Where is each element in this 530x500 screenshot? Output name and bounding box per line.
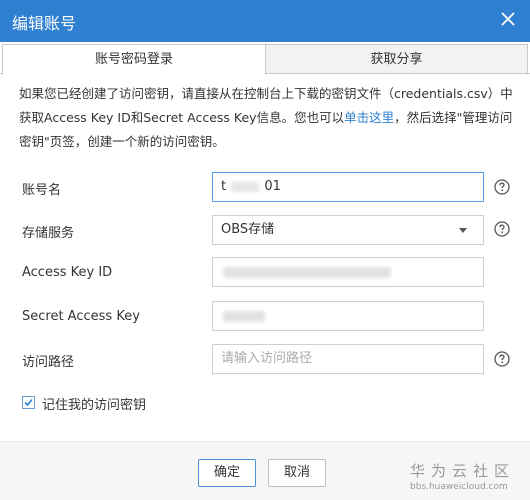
account-name-value-end: 01 (264, 179, 281, 194)
access-path-help-icon[interactable] (494, 351, 510, 367)
access-path-placeholder: 请输入访问路径 (221, 351, 313, 366)
access-key-id-label: Access Key ID (22, 265, 113, 280)
close-icon[interactable] (497, 8, 519, 30)
account-name-label: 账号名 (22, 183, 62, 198)
click-here-link[interactable]: 单击这里 (344, 110, 394, 125)
watermark-text: 华为云社区 (410, 462, 516, 480)
access-path-input[interactable]: 请输入访问路径 (212, 344, 484, 374)
account-name-input[interactable]: t 01 (212, 172, 484, 202)
storage-service-help-icon[interactable] (494, 221, 510, 237)
ok-button[interactable]: 确定 (198, 459, 256, 487)
storage-service-value: OBS存储 (221, 222, 275, 237)
access-key-id-input[interactable] (212, 257, 484, 287)
description-text: 如果您已经创建了访问密钥，请直接从在控制台上下载的密钥文件（credential… (19, 82, 519, 154)
watermark: 华为云社区 bbs.huaweicloud.com (410, 460, 515, 492)
watermark-url: bbs.huaweicloud.com (410, 482, 508, 492)
cancel-button[interactable]: 取消 (268, 459, 326, 487)
chevron-down-icon (459, 228, 467, 233)
access-path-label: 访问路径 (22, 355, 75, 370)
storage-service-label: 存储服务 (22, 226, 75, 241)
dialog-titlebar: 编辑账号 (0, 0, 530, 42)
account-name-redacted (231, 181, 260, 192)
dialog-title: 编辑账号 (12, 14, 77, 33)
access-key-id-redacted (223, 267, 391, 278)
secret-access-key-input[interactable] (212, 301, 484, 331)
secret-access-key-label: Secret Access Key (22, 309, 140, 324)
tab-account-login[interactable]: 账号密码登录 (2, 44, 266, 75)
storage-service-select[interactable]: OBS存储 (212, 215, 484, 245)
account-name-value-start: t (221, 179, 227, 194)
checkmark-icon (24, 398, 33, 407)
tab-get-share[interactable]: 获取分享 (266, 44, 528, 74)
remember-label[interactable]: 记住我的访问密钥 (42, 394, 146, 413)
tab-bar: 账号密码登录 获取分享 (0, 44, 530, 75)
remember-checkbox[interactable] (22, 396, 35, 409)
account-name-help-icon[interactable] (494, 179, 510, 195)
secret-access-key-redacted (223, 311, 265, 322)
